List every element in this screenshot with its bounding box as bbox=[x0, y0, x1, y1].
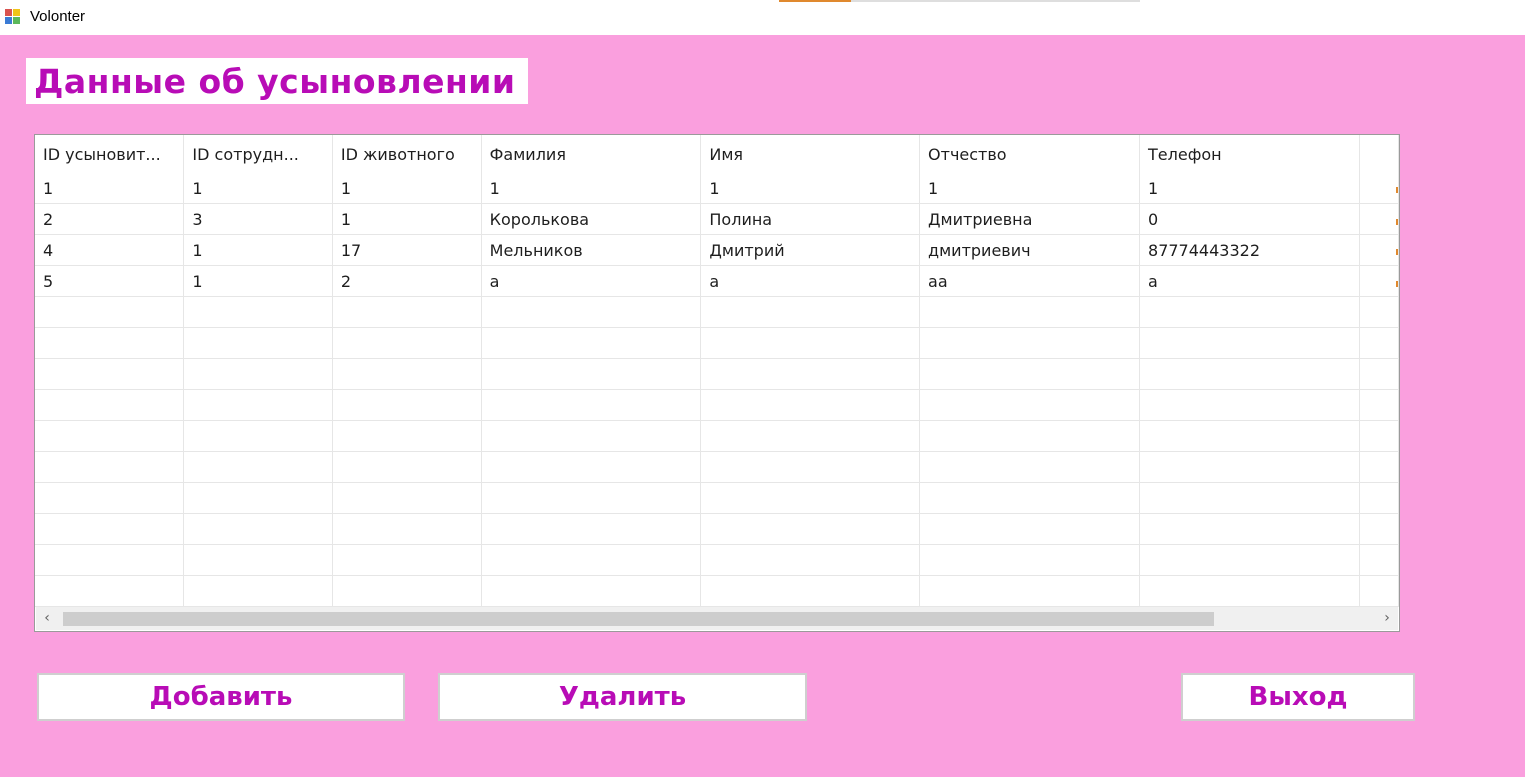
table-cell[interactable]: а bbox=[481, 265, 702, 297]
add-button[interactable]: Добавить bbox=[37, 673, 405, 721]
table-cell[interactable] bbox=[1359, 203, 1399, 235]
cut-off-cell-mark bbox=[1396, 219, 1398, 225]
empty-row bbox=[35, 482, 1399, 514]
table-cell[interactable]: 87774443322 bbox=[1139, 234, 1361, 266]
column-header-animal-id[interactable]: ID животного bbox=[332, 135, 482, 173]
empty-row bbox=[35, 544, 1399, 576]
table-cell[interactable] bbox=[1359, 234, 1399, 266]
table-cell[interactable]: 1 bbox=[332, 203, 482, 235]
table-cell[interactable]: 1 bbox=[700, 173, 921, 204]
table-cell[interactable]: 0 bbox=[1139, 203, 1361, 235]
empty-row bbox=[35, 420, 1399, 452]
table-cell[interactable]: Мельников bbox=[481, 234, 702, 266]
table-cell[interactable]: Дмитриевна bbox=[919, 203, 1141, 235]
app-icon bbox=[5, 9, 21, 25]
title-bar: Volonter bbox=[0, 0, 1525, 35]
page-title: Данные об усыновлении bbox=[26, 58, 528, 104]
column-header-patronymic[interactable]: Отчество bbox=[919, 135, 1141, 173]
table-cell[interactable]: 1 bbox=[183, 265, 333, 297]
table-cell[interactable] bbox=[1359, 265, 1399, 297]
scrollbar-thumb[interactable] bbox=[63, 612, 1214, 626]
table-cell[interactable]: 1 bbox=[183, 234, 333, 266]
header-row: ID усыновит... ID сотрудн... ID животног… bbox=[35, 135, 1399, 173]
column-header-phone[interactable]: Телефон bbox=[1139, 135, 1361, 173]
title-accent-bar bbox=[851, 0, 1140, 2]
column-header-adopter-id[interactable]: ID усыновит... bbox=[35, 135, 185, 173]
table-row[interactable]: 4 1 17 Мельников Дмитрий дмитриевич 8777… bbox=[35, 234, 1399, 266]
table-cell[interactable]: 1 bbox=[332, 173, 482, 204]
chevron-right-icon[interactable]: › bbox=[1376, 607, 1398, 630]
empty-row bbox=[35, 358, 1399, 390]
data-table: ID усыновит... ID сотрудн... ID животног… bbox=[35, 135, 1399, 607]
table-cell[interactable]: 4 bbox=[35, 234, 185, 266]
title-accent bbox=[779, 0, 851, 2]
column-header-name[interactable]: Имя bbox=[700, 135, 921, 173]
empty-row bbox=[35, 389, 1399, 421]
empty-row bbox=[35, 327, 1399, 359]
table-cell[interactable]: Дмитрий bbox=[700, 234, 921, 266]
table-cell[interactable]: Королькова bbox=[481, 203, 702, 235]
table-cell[interactable]: 1 bbox=[919, 173, 1141, 204]
table-cell[interactable]: 1 bbox=[183, 173, 333, 204]
table-cell[interactable]: 2 bbox=[332, 265, 482, 297]
empty-row bbox=[35, 451, 1399, 483]
empty-row bbox=[35, 513, 1399, 545]
table-row[interactable]: 1 1 1 1 1 1 1 bbox=[35, 173, 1399, 204]
column-header-next[interactable] bbox=[1359, 135, 1399, 173]
table-cell[interactable]: 1 bbox=[481, 173, 702, 204]
table-cell[interactable]: 2 bbox=[35, 203, 185, 235]
cut-off-cell-mark bbox=[1396, 281, 1398, 287]
empty-row bbox=[35, 296, 1399, 328]
table-cell[interactable]: 1 bbox=[35, 173, 185, 204]
table-cell[interactable]: 5 bbox=[35, 265, 185, 297]
table-row[interactable]: 5 1 2 а а аа а bbox=[35, 265, 1399, 297]
table-cell[interactable]: 1 bbox=[1139, 173, 1361, 204]
main-form: Данные об усыновлении ID усыновит... ID … bbox=[0, 35, 1525, 777]
table-cell[interactable]: Полина bbox=[700, 203, 921, 235]
window-title: Volonter bbox=[30, 8, 86, 25]
chevron-left-icon[interactable]: ‹ bbox=[36, 607, 58, 630]
table-cell[interactable]: дмитриевич bbox=[919, 234, 1141, 266]
cut-off-cell-mark bbox=[1396, 249, 1398, 255]
empty-row bbox=[35, 575, 1399, 607]
column-header-employee-id[interactable]: ID сотрудн... bbox=[183, 135, 333, 173]
table-cell[interactable]: аа bbox=[919, 265, 1141, 297]
horizontal-scrollbar[interactable]: ‹ › bbox=[36, 607, 1398, 630]
table-cell[interactable]: 3 bbox=[183, 203, 333, 235]
table-cell[interactable]: а bbox=[700, 265, 921, 297]
column-header-surname[interactable]: Фамилия bbox=[481, 135, 702, 173]
table-cell[interactable] bbox=[1359, 173, 1399, 204]
adoption-data-grid[interactable]: ID усыновит... ID сотрудн... ID животног… bbox=[34, 134, 1400, 632]
delete-button[interactable]: Удалить bbox=[438, 673, 807, 721]
exit-button[interactable]: Выход bbox=[1181, 673, 1415, 721]
table-row[interactable]: 2 3 1 Королькова Полина Дмитриевна 0 bbox=[35, 203, 1399, 235]
table-cell[interactable]: 17 bbox=[332, 234, 482, 266]
cut-off-cell-mark bbox=[1396, 187, 1398, 193]
table-cell[interactable]: а bbox=[1139, 265, 1361, 297]
